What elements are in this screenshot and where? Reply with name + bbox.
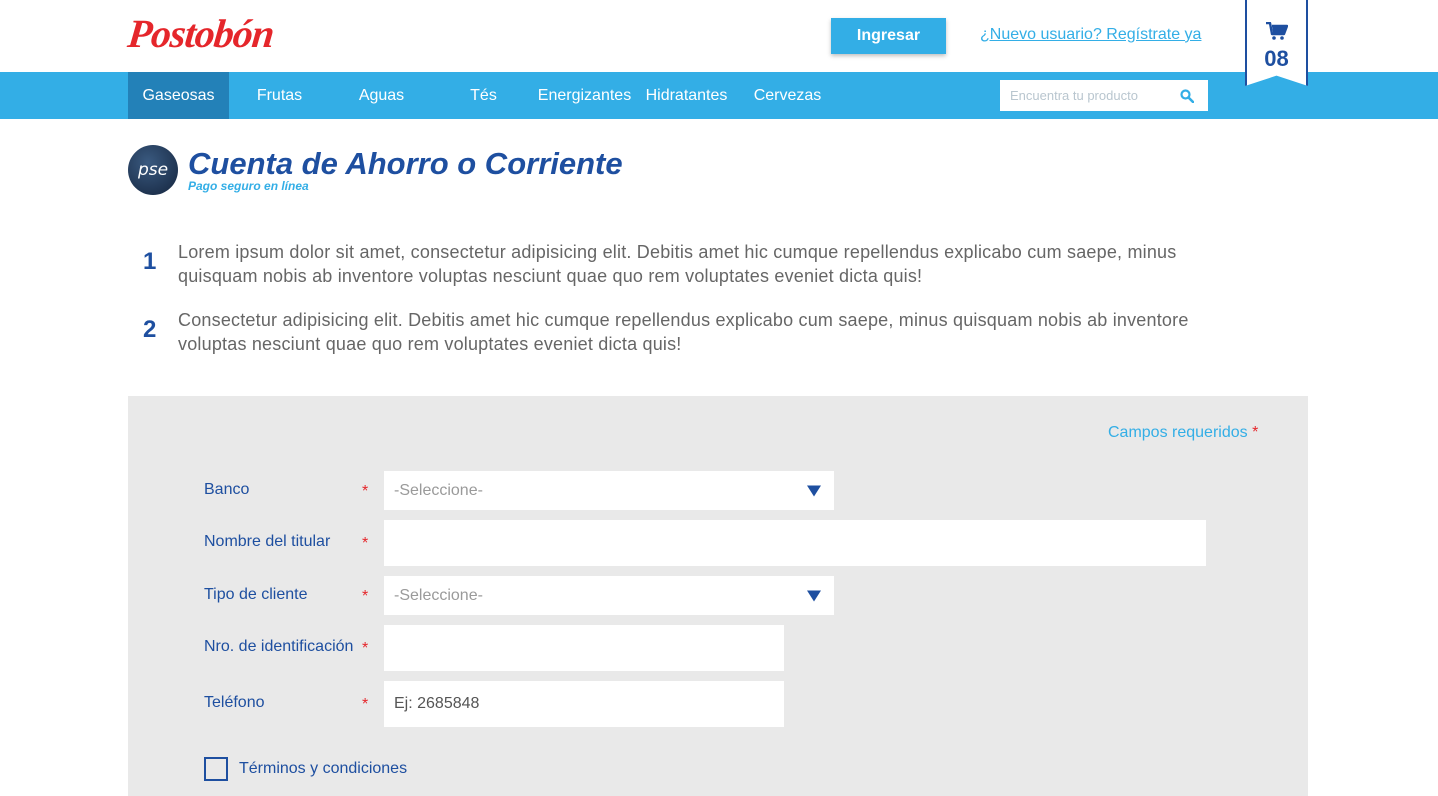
register-link[interactable]: ¿Nuevo usuario? Regístrate ya (980, 26, 1201, 44)
cart-count: 08 (1264, 46, 1289, 71)
client-type-select[interactable]: -Seleccione- (384, 576, 834, 615)
pse-logo: pse (128, 145, 178, 195)
step-text: Lorem ipsum dolor sit amet, consectetur … (178, 242, 1177, 286)
login-button[interactable]: Ingresar (831, 18, 946, 54)
nav-item-gaseosas[interactable]: Gaseosas (128, 72, 229, 119)
id-number-input[interactable] (384, 625, 784, 671)
step-number: 2 (143, 316, 157, 343)
nav-item-tes[interactable]: Tés (433, 72, 534, 119)
search-icon[interactable] (1180, 89, 1194, 103)
required-star: * (362, 535, 369, 552)
client-type-value: -Seleccione- (394, 586, 483, 604)
phone-input[interactable]: Ej: 2685848 (384, 681, 784, 727)
chevron-down-icon (807, 590, 821, 601)
required-fields-note: Campos requeridos * (1108, 424, 1258, 442)
required-note-text: Campos requeridos (1108, 424, 1248, 441)
top-header: Postobón Ingresar ¿Nuevo usuario? Regíst… (0, 0, 1438, 72)
step-number: 1 (143, 248, 157, 275)
category-navbar: Gaseosas Frutas Aguas Tés Energizantes H… (0, 72, 1438, 119)
required-star: * (362, 696, 369, 713)
chevron-down-icon (807, 485, 821, 496)
required-star: * (362, 640, 369, 657)
terms-label[interactable]: Términos y condiciones (239, 760, 407, 778)
bank-label: Banco (204, 481, 250, 498)
id-number-label: Nro. de identificación (204, 638, 354, 655)
postobon-logo[interactable]: Postobón (126, 10, 276, 57)
product-search (1000, 80, 1208, 111)
bank-select-value: -Seleccione- (394, 481, 483, 499)
holder-name-label: Nombre del titular (204, 533, 331, 550)
step-text: Consectetur adipisicing elit. Debitis am… (178, 310, 1189, 354)
page-title: Cuenta de Ahorro o Corriente (188, 146, 623, 181)
nav-item-cervezas[interactable]: Cervezas (737, 72, 838, 119)
required-star: * (362, 588, 369, 605)
cart-icon (1266, 22, 1288, 40)
cart-button[interactable]: 08 (1245, 0, 1308, 86)
holder-name-input[interactable] (384, 520, 1206, 566)
client-type-label: Tipo de cliente (204, 586, 308, 603)
nav-item-energizantes[interactable]: Energizantes (534, 72, 635, 119)
terms-checkbox[interactable] (204, 757, 228, 781)
phone-label: Teléfono (204, 694, 265, 711)
nav-item-hidratantes[interactable]: Hidratantes (636, 72, 737, 119)
page-subtitle: Pago seguro en línea (188, 179, 309, 193)
bank-select[interactable]: -Seleccione- (384, 471, 834, 510)
nav-item-frutas[interactable]: Frutas (229, 72, 330, 119)
required-star: * (362, 483, 369, 500)
search-input[interactable] (1000, 80, 1170, 111)
required-star: * (1252, 424, 1259, 441)
nav-item-aguas[interactable]: Aguas (331, 72, 432, 119)
phone-value: Ej: 2685848 (394, 695, 480, 712)
